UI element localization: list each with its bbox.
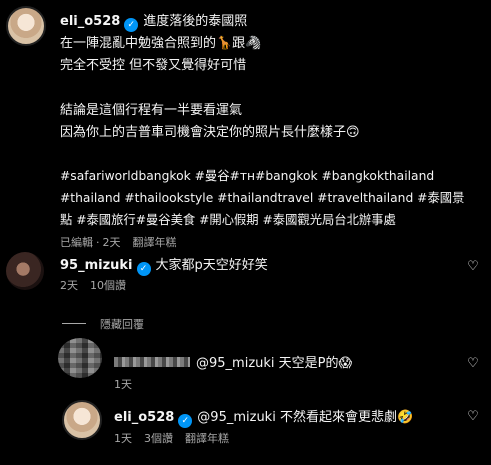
comment-line: 95_mizuki ✓ 大家都p天空好好笑 [60, 257, 268, 276]
reply-2-time[interactable]: 1天 [114, 432, 132, 445]
reply-1-meta: 1天 [114, 378, 144, 392]
reply-2-username[interactable]: eli_o528 [114, 410, 174, 425]
heart-outline-icon[interactable]: ♡ [466, 357, 480, 371]
reply-2-text: @95_mizuki 不然看起來會更悲劇🤣 [197, 410, 414, 425]
hashtag-line-2[interactable]: #thailand #thailookstyle #thailandtravel… [60, 190, 464, 207]
edited-label: 已編輯 [60, 236, 93, 249]
hashtag-line-3[interactable]: 點 #泰國旅行#曼谷美食 #開心假期 #泰國觀光局台北辦事處 [60, 212, 396, 229]
comment-time[interactable]: 2天 [60, 279, 78, 292]
caption-line-6: 因為你上的吉普車司機會決定你的照片長什麼樣子🙃 [60, 125, 360, 140]
reply-1-text: @95_mizuki 天空是P的😱 [196, 356, 353, 371]
reply-2-line: eli_o528 ✓ @95_mizuki 不然看起來會更悲劇🤣 [114, 409, 413, 428]
reply-2-likes[interactable]: 3個讚 [144, 432, 173, 445]
caption-line-2: 在一陣混亂中勉強合照到的🦒跟🦓 [60, 36, 262, 51]
reply-2-translate[interactable]: 翻譯年糕 [185, 432, 229, 445]
verified-badge-icon: ✓ [178, 414, 193, 428]
caption-line-5: 結論是這個行程有一半要看運氣 [60, 103, 243, 118]
post-time[interactable]: 2天 [103, 236, 121, 249]
comment-likes[interactable]: 10個讚 [90, 279, 126, 292]
translate-button[interactable]: 翻譯年糕 [133, 236, 177, 249]
post-author-username[interactable]: eli_o528 [60, 14, 120, 29]
caption-line-3: 完全不受控 但不發又覺得好可惜 [60, 58, 247, 73]
hashtag-line-1[interactable]: #safariworldbangkok #曼谷#тн#bangkok #bang… [60, 168, 434, 185]
reply-1-line: @95_mizuki 天空是P的😱 [114, 355, 352, 372]
caption-line-1: eli_o528 ✓ 進度落後的泰國照 [60, 13, 247, 32]
hide-replies-button[interactable]: 隱藏回覆 [62, 318, 144, 332]
heart-outline-icon[interactable]: ♡ [466, 410, 480, 424]
divider-dash [62, 323, 86, 324]
meta-dot: · [96, 236, 100, 249]
reply-1-time[interactable]: 1天 [114, 378, 132, 391]
verified-badge-icon: ✓ [136, 262, 151, 276]
comment-meta: 2天 10個讚 [60, 279, 138, 293]
commenter-username[interactable]: 95_mizuki [60, 258, 133, 273]
post-author-avatar[interactable] [6, 6, 46, 46]
reply-2-meta: 1天 3個讚 翻譯年糕 [114, 432, 241, 446]
commenter-avatar[interactable] [6, 252, 44, 290]
reply-avatar-blurred[interactable] [58, 338, 102, 378]
hide-replies-label: 隱藏回覆 [100, 318, 144, 331]
caption-text: 進度落後的泰國照 [143, 14, 248, 29]
post-meta: 已編輯 · 2天 翻譯年糕 [60, 236, 189, 250]
blurred-username[interactable] [114, 357, 190, 367]
heart-outline-icon[interactable]: ♡ [466, 260, 480, 274]
verified-badge-icon: ✓ [124, 18, 139, 32]
reply-2-avatar[interactable] [62, 400, 102, 440]
comment-text: 大家都p天空好好笑 [155, 258, 268, 273]
